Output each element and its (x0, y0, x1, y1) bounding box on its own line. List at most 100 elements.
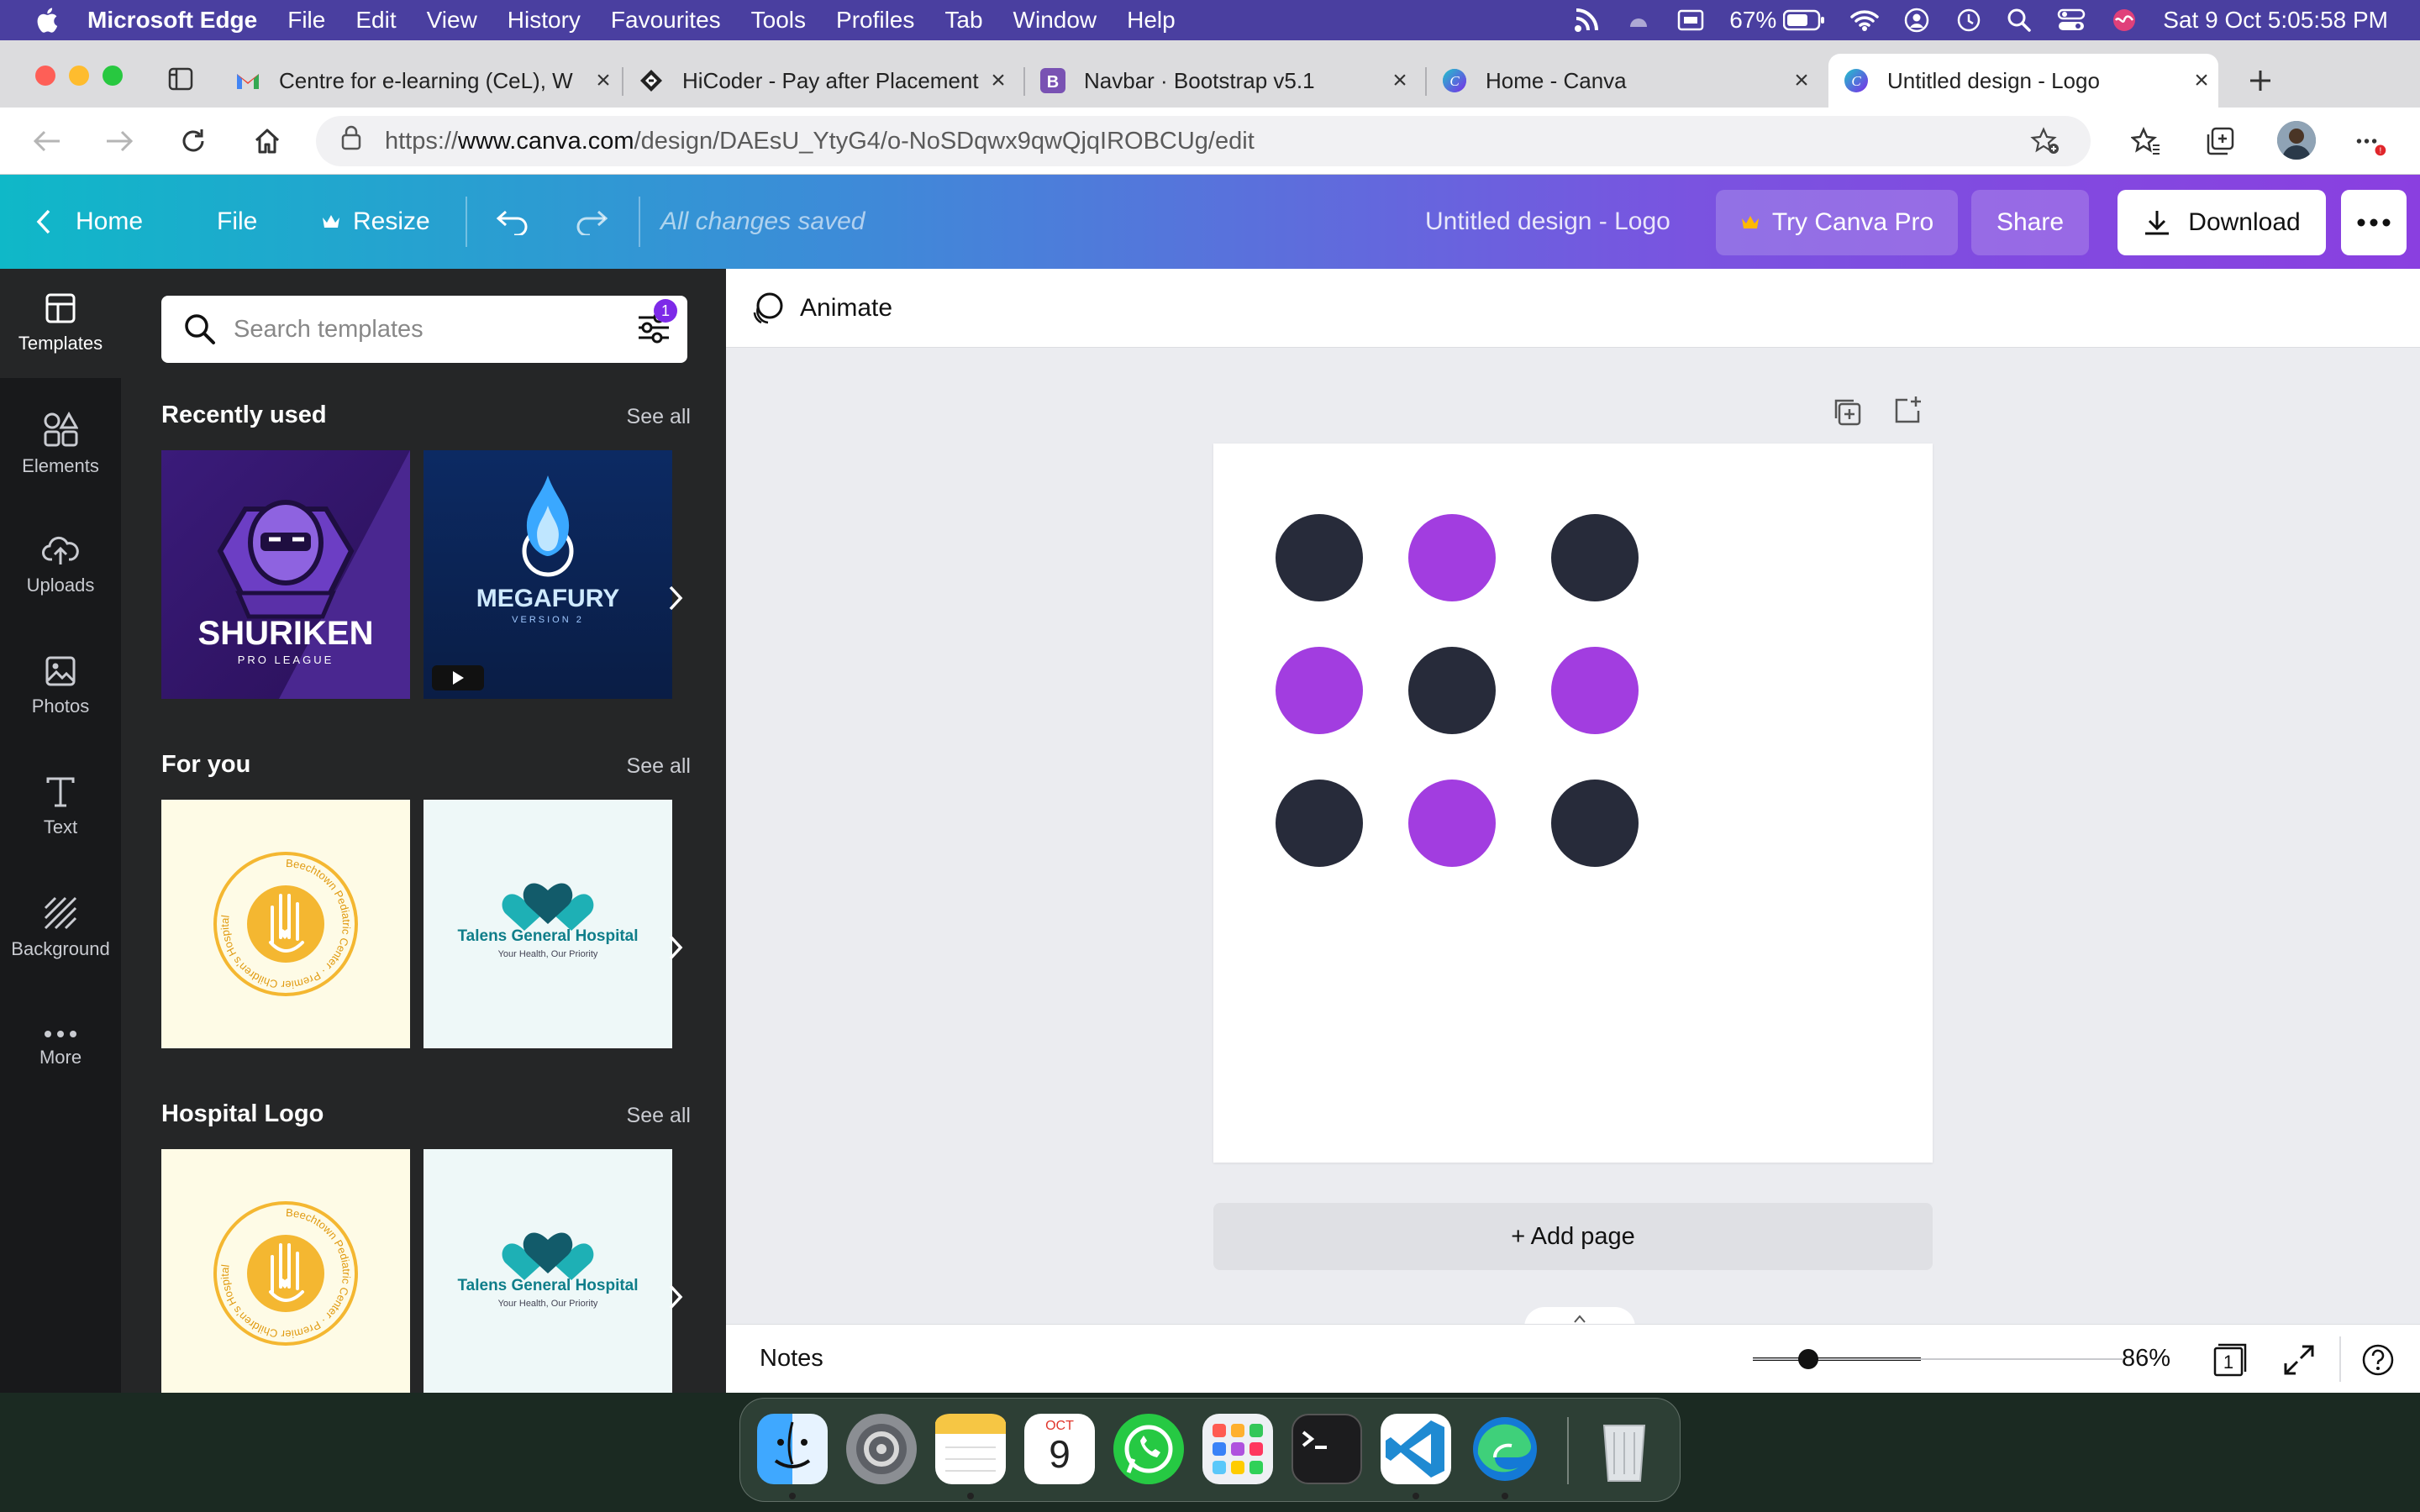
add-page-button[interactable]: + Add page (1213, 1203, 1933, 1270)
tab-hicoder[interactable]: HiCoder - Pay after Placement × (623, 54, 1015, 108)
file-menu-button[interactable]: File (217, 175, 257, 269)
siri-icon[interactable] (2111, 7, 2138, 34)
design-dot-dark[interactable] (1551, 514, 1639, 601)
design-dot-dark[interactable] (1276, 514, 1363, 601)
maximize-window-button[interactable] (103, 66, 123, 86)
profile-avatar[interactable] (2277, 121, 2316, 160)
design-dot-dark[interactable] (1276, 780, 1363, 867)
download-button[interactable]: Download (2118, 190, 2326, 255)
launchpad-icon[interactable] (1202, 1414, 1273, 1484)
help-icon[interactable] (2361, 1343, 2395, 1377)
design-dot-purple[interactable] (1408, 514, 1496, 601)
undo-button[interactable] (496, 175, 531, 269)
template-thumb-megafury[interactable]: MEGAFURY VERSION 2 (424, 450, 672, 699)
rss-icon[interactable] (1573, 7, 1600, 34)
rail-item-more[interactable]: More (0, 995, 121, 1104)
duplicate-page-icon[interactable] (1832, 396, 1862, 427)
menu-help[interactable]: Help (1127, 7, 1176, 34)
control-center-icon[interactable] (2057, 8, 2086, 33)
brightness-icon[interactable] (1625, 7, 1652, 34)
menu-profiles[interactable]: Profiles (836, 7, 914, 34)
template-thumb-talens[interactable]: Talens General Hospital Your Health, Our… (424, 1149, 672, 1393)
new-tab-icon[interactable] (2247, 67, 2274, 94)
animate-button[interactable]: Animate (750, 291, 892, 326)
system-preferences-icon[interactable] (846, 1414, 917, 1484)
favorites-icon[interactable] (2129, 124, 2163, 158)
rail-item-text[interactable]: Text (0, 753, 121, 862)
notes-icon[interactable] (935, 1414, 1006, 1484)
menu-file[interactable]: File (287, 7, 325, 34)
rail-item-uploads[interactable]: Uploads (0, 511, 121, 620)
tab-bootstrap[interactable]: B Navbar · Bootstrap v5.1 × (1025, 54, 1417, 108)
share-button[interactable]: Share (1971, 190, 2089, 255)
notes-button[interactable]: Notes (760, 1345, 823, 1373)
rail-item-background[interactable]: Background (0, 874, 121, 983)
design-dot-dark[interactable] (1408, 647, 1496, 734)
menu-history[interactable]: History (508, 7, 581, 34)
close-tab-icon[interactable]: × (2185, 66, 2218, 95)
whatsapp-icon[interactable] (1113, 1414, 1184, 1484)
forward-arrow-icon[interactable] (103, 124, 136, 158)
template-thumb-shuriken[interactable]: SHURIKEN PRO LEAGUE (161, 450, 410, 699)
menu-window[interactable]: Window (1013, 7, 1097, 34)
menu-favourites[interactable]: Favourites (611, 7, 721, 34)
calendar-icon[interactable]: OCT 9 (1024, 1414, 1095, 1484)
add-favorite-icon[interactable] (2030, 127, 2060, 155)
menubar-app-name[interactable]: Microsoft Edge (87, 7, 257, 34)
refresh-icon[interactable] (176, 124, 210, 158)
collections-icon[interactable] (2203, 124, 2237, 158)
redo-button[interactable] (573, 175, 608, 269)
menu-tab[interactable]: Tab (944, 7, 982, 34)
menu-tools[interactable]: Tools (751, 7, 806, 34)
menu-edit[interactable]: Edit (355, 7, 396, 34)
menubar-clock[interactable]: Sat 9 Oct 5:05:58 PM (2163, 7, 2388, 34)
tab-actions-icon[interactable] (168, 67, 193, 91)
see-all-link[interactable]: See all (627, 1104, 691, 1128)
rail-item-templates[interactable]: Templates (0, 269, 121, 378)
add-page-icon[interactable] (1892, 395, 1923, 425)
home-button[interactable]: Home (35, 175, 143, 269)
menu-view[interactable]: View (427, 7, 477, 34)
zoom-percentage[interactable]: 86% (2104, 1345, 2188, 1373)
user-account-icon[interactable] (1904, 8, 1929, 33)
template-thumb-beechtown[interactable]: Beechtown Pediatric Center · Premier Chi… (161, 800, 410, 1048)
design-dot-purple[interactable] (1408, 780, 1496, 867)
design-dot-purple[interactable] (1276, 647, 1363, 734)
close-tab-icon[interactable]: × (1383, 66, 1417, 95)
see-all-link[interactable]: See all (627, 754, 691, 779)
back-arrow-icon[interactable] (30, 124, 64, 158)
template-thumb-beechtown[interactable]: Beechtown Pediatric Center · Premier Chi… (161, 1149, 410, 1393)
close-tab-icon[interactable]: × (587, 66, 620, 95)
minimize-window-button[interactable] (69, 66, 89, 86)
design-dot-dark[interactable] (1551, 780, 1639, 867)
search-templates-field[interactable]: Search templates 1 (161, 296, 687, 363)
page-count-button[interactable]: 1 (2212, 1341, 2249, 1385)
apple-icon[interactable] (34, 6, 59, 34)
close-window-button[interactable] (35, 66, 55, 86)
tab-cel[interactable]: Centre for e-learning (CeL), W × (220, 54, 620, 108)
trash-icon[interactable] (1589, 1414, 1660, 1484)
vscode-icon[interactable] (1381, 1414, 1451, 1484)
carousel-next-button[interactable] (659, 573, 692, 623)
carousel-next-button[interactable] (659, 1272, 692, 1322)
tab-canva-design-active[interactable]: C Untitled design - Logo × (1828, 54, 2218, 108)
carousel-next-button[interactable] (659, 922, 692, 973)
lock-icon[interactable] (341, 125, 361, 157)
close-tab-icon[interactable]: × (1785, 66, 1818, 95)
more-options-button[interactable] (2341, 190, 2407, 255)
finder-icon[interactable] (757, 1414, 828, 1484)
url-field[interactable]: https://www.canva.com/design/DAEsU_YtyG4… (316, 116, 2091, 166)
rail-item-elements[interactable]: Elements (0, 390, 121, 499)
edge-icon[interactable] (1470, 1414, 1540, 1484)
try-canva-pro-button[interactable]: Try Canva Pro (1716, 190, 1958, 255)
zoom-slider-handle[interactable] (1798, 1349, 1818, 1369)
spotlight-icon[interactable] (2007, 8, 2032, 33)
design-page-canvas[interactable] (1213, 444, 1933, 1163)
tab-canva-home[interactable]: C Home - Canva × (1427, 54, 1818, 108)
close-tab-icon[interactable]: × (981, 66, 1015, 95)
wifi-icon[interactable] (1850, 8, 1880, 32)
settings-more-icon[interactable]: ! (2354, 124, 2388, 158)
home-icon[interactable] (250, 124, 284, 158)
see-all-link[interactable]: See all (627, 405, 691, 429)
battery-status[interactable]: 67% (1729, 7, 1825, 34)
